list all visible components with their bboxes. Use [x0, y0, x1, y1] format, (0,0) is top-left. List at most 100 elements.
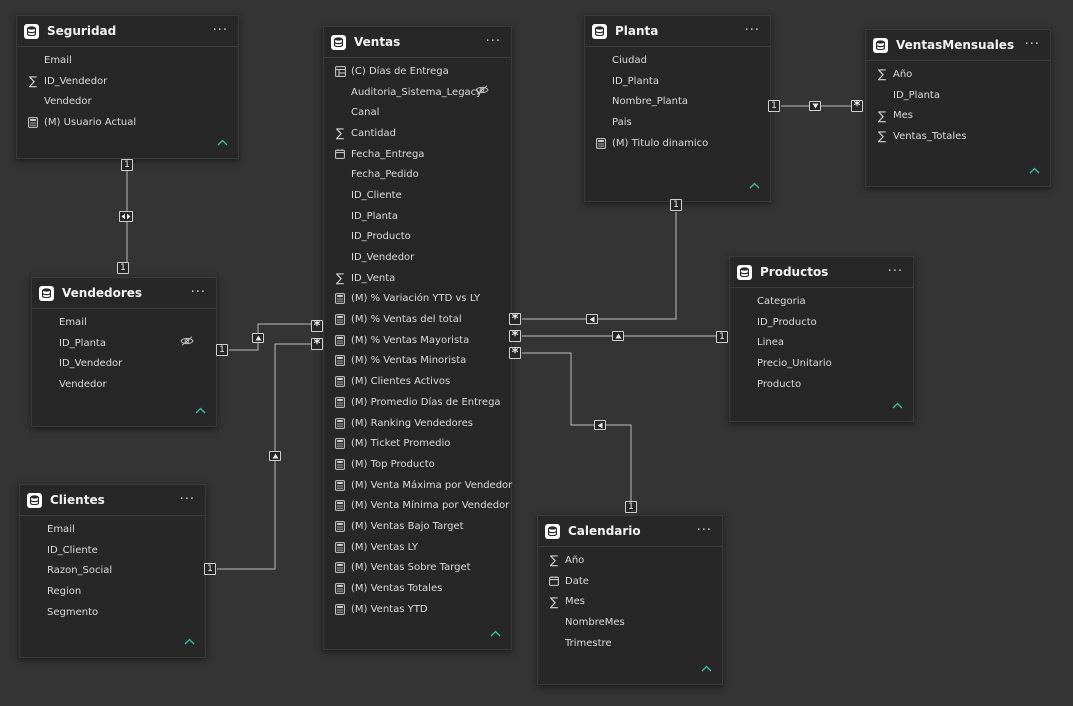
field-row[interactable]: ID_Cliente — [324, 185, 511, 206]
field-row[interactable]: ∑ ID_Vendedor — [17, 71, 238, 92]
field-row[interactable]: Segmento — [20, 602, 205, 623]
field-row[interactable]: (M) Ventas Totales — [324, 578, 511, 599]
field-row[interactable]: Precio_Unitario — [730, 353, 913, 374]
field-row[interactable]: Fecha_Pedido — [324, 164, 511, 185]
field-row[interactable]: Canal — [324, 102, 511, 123]
collapse-icon[interactable] — [217, 131, 228, 150]
collapse-icon[interactable] — [490, 622, 501, 641]
field-row[interactable]: ∑ ID_Venta — [324, 268, 511, 289]
field-row[interactable]: (M) Ventas LY — [324, 537, 511, 558]
field-row[interactable]: Pais — [585, 112, 770, 133]
field-row[interactable]: Producto — [730, 374, 913, 395]
field-row[interactable]: Email — [32, 312, 216, 333]
field-row[interactable]: ID_Planta — [32, 333, 216, 354]
field-row[interactable]: Region — [20, 581, 205, 602]
field-row[interactable]: Linea — [730, 332, 913, 353]
field-row[interactable]: Ciudad — [585, 50, 770, 71]
field-row[interactable]: ∑ Mes — [866, 105, 1050, 126]
collapse-icon[interactable] — [184, 630, 195, 649]
field-row[interactable]: NombreMes — [538, 612, 722, 633]
filter-direction-left-icon[interactable] — [586, 314, 598, 324]
bidirectional-filter-icon[interactable] — [119, 211, 133, 222]
field-row[interactable]: ∑ Mes — [538, 591, 722, 612]
table-card-ventas[interactable]: Ventas ··· (C) Días de Entrega Auditoria_… — [323, 26, 512, 650]
cardinality-many-badge[interactable]: * — [509, 330, 521, 343]
collapse-icon[interactable] — [701, 657, 712, 676]
table-card-planta[interactable]: Planta ··· Ciudad ID_Planta Nombre_Planta P… — [584, 15, 771, 202]
field-row[interactable]: ∑ Año — [538, 550, 722, 571]
cardinality-one-badge[interactable]: 1 — [216, 344, 228, 356]
field-row[interactable]: (M) Ticket Promedio — [324, 433, 511, 454]
filter-direction-down-icon[interactable] — [809, 101, 821, 111]
table-card-calendario[interactable]: Calendario ··· ∑ Año Date ∑ Mes NombreMes Trim… — [537, 515, 723, 685]
filter-direction-left-icon[interactable] — [594, 420, 606, 430]
cardinality-one-badge[interactable]: 1 — [204, 563, 216, 575]
cardinality-one-badge[interactable]: 1 — [625, 501, 637, 513]
field-row[interactable]: ID_Vendedor — [32, 353, 216, 374]
field-row[interactable]: (M) % Ventas Minorista — [324, 351, 511, 372]
cardinality-many-badge[interactable]: * — [509, 313, 521, 326]
cardinality-one-badge[interactable]: 1 — [670, 199, 682, 211]
field-row[interactable]: (M) Titulo dinamico — [585, 133, 770, 154]
field-row[interactable]: (M) % Ventas Mayorista — [324, 330, 511, 351]
field-row[interactable]: (M) Ventas YTD — [324, 599, 511, 620]
cardinality-many-badge[interactable]: * — [851, 100, 863, 113]
more-options-button[interactable]: ··· — [743, 24, 762, 37]
field-row[interactable]: Date — [538, 571, 722, 592]
table-card-clientes[interactable]: Clientes ··· Email ID_Cliente Razon_Social… — [19, 484, 206, 658]
field-row[interactable]: Nombre_Planta — [585, 91, 770, 112]
field-row[interactable]: Trimestre — [538, 633, 722, 654]
more-options-button[interactable]: ··· — [695, 524, 714, 537]
field-row[interactable]: Categoria — [730, 291, 913, 312]
field-row[interactable]: (M) Usuario Actual — [17, 112, 238, 133]
field-row[interactable]: (M) Ventas Bajo Target — [324, 516, 511, 537]
table-card-seguridad[interactable]: Seguridad ··· Email ∑ ID_Vendedor Vendedor (… — [16, 15, 239, 159]
cardinality-one-badge[interactable]: 1 — [716, 331, 728, 343]
field-row[interactable]: (M) Venta Mínima por Vendedor — [324, 495, 511, 516]
cardinality-many-badge[interactable]: * — [311, 320, 323, 333]
field-row[interactable]: (C) Días de Entrega — [324, 61, 511, 82]
more-options-button[interactable]: ··· — [189, 286, 208, 299]
cardinality-many-badge[interactable]: * — [311, 338, 323, 351]
field-row[interactable]: (M) % Variación YTD vs LY — [324, 289, 511, 310]
field-row[interactable]: Email — [20, 519, 205, 540]
collapse-icon[interactable] — [195, 399, 206, 418]
more-options-button[interactable]: ··· — [886, 265, 905, 278]
field-row[interactable]: Auditoria_Sistema_Legacy — [324, 82, 511, 103]
filter-direction-up-icon[interactable] — [252, 333, 264, 343]
field-row[interactable]: Razon_Social — [20, 560, 205, 581]
table-card-ventasmensuales[interactable]: VentasMensuales ··· ∑ Año ID_Planta ∑ Mes ∑ Ve… — [865, 29, 1051, 187]
field-row[interactable]: ID_Cliente — [20, 540, 205, 561]
field-row[interactable]: ID_Producto — [730, 312, 913, 333]
model-canvas[interactable]: Seguridad ··· Email ∑ ID_Vendedor Vendedor (… — [0, 0, 1073, 706]
field-row[interactable]: ID_Planta — [585, 71, 770, 92]
field-row[interactable]: ∑ Ventas_Totales — [866, 126, 1050, 147]
field-row[interactable]: ID_Vendedor — [324, 247, 511, 268]
more-options-button[interactable]: ··· — [178, 493, 197, 506]
field-row[interactable]: ∑ Año — [866, 64, 1050, 85]
more-options-button[interactable]: ··· — [211, 24, 230, 37]
more-options-button[interactable]: ··· — [484, 35, 503, 48]
field-row[interactable]: (M) Ventas Sobre Target — [324, 558, 511, 579]
field-row[interactable]: ∑ Cantidad — [324, 123, 511, 144]
filter-direction-up-icon[interactable] — [269, 451, 281, 461]
field-row[interactable]: Email — [17, 50, 238, 71]
field-row[interactable]: (M) Venta Máxima por Vendedor — [324, 475, 512, 496]
field-row[interactable]: ID_Producto — [324, 227, 511, 248]
collapse-icon[interactable] — [1029, 159, 1040, 178]
field-row[interactable]: Vendedor — [32, 374, 216, 395]
field-row[interactable]: (M) Promedio Días de Entrega — [324, 392, 511, 413]
field-row[interactable]: ID_Planta — [324, 206, 511, 227]
field-row[interactable]: Fecha_Entrega — [324, 144, 511, 165]
collapse-icon[interactable] — [749, 174, 760, 193]
cardinality-one-badge[interactable]: 1 — [768, 100, 780, 112]
cardinality-one-badge[interactable]: 1 — [117, 262, 129, 274]
field-row[interactable]: (M) Ranking Vendedores — [324, 413, 511, 434]
cardinality-one-badge[interactable]: 1 — [121, 159, 133, 171]
filter-direction-up-icon[interactable] — [612, 331, 624, 341]
cardinality-many-badge[interactable]: * — [509, 347, 521, 360]
table-card-productos[interactable]: Productos ··· Categoria ID_Producto Linea P… — [729, 256, 914, 422]
field-row[interactable]: (M) Top Producto — [324, 454, 511, 475]
table-card-vendedores[interactable]: Vendedores ··· Email ID_Planta ID_Vendedor… — [31, 277, 217, 427]
more-options-button[interactable]: ··· — [1023, 38, 1042, 51]
